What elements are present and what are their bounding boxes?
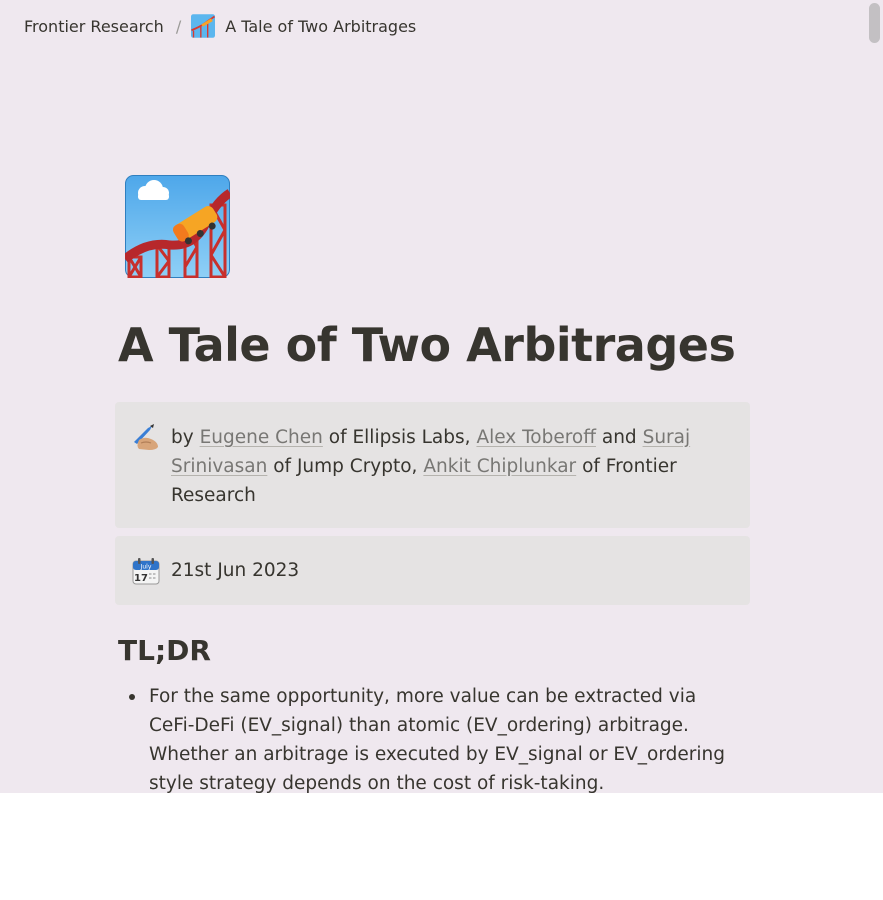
author-link-eugene-chen[interactable]: Eugene Chen bbox=[200, 427, 323, 448]
calendar-icon: July 17 bbox=[131, 556, 161, 586]
tldr-list: For the same opportunity, more value can… bbox=[118, 682, 743, 793]
breadcrumb-separator: / bbox=[175, 16, 182, 36]
roller-coaster-icon bbox=[191, 14, 216, 38]
and-label: and bbox=[601, 427, 637, 448]
writing-hand-icon bbox=[131, 422, 161, 452]
calendar-month-label: July bbox=[140, 563, 152, 570]
page-title: A Tale of Two Arbitrages bbox=[118, 318, 736, 372]
breadcrumb-parent-link[interactable]: Frontier Research bbox=[24, 17, 164, 36]
breadcrumb-current[interactable]: A Tale of Two Arbitrages bbox=[225, 17, 416, 36]
author-link-alex-toberoff[interactable]: Alex Toberoff bbox=[476, 427, 596, 448]
roller-coaster-icon[interactable] bbox=[122, 175, 233, 279]
author-link-ankit-chiplunkar[interactable]: Ankit Chiplunkar bbox=[423, 456, 576, 477]
date-callout: July 17 21st Jun 2023 bbox=[115, 536, 750, 605]
by-label: by bbox=[171, 427, 194, 448]
publish-date: 21st Jun 2023 bbox=[171, 560, 300, 581]
authors-callout: by Eugene Chen of Ellipsis Labs, Alex To… bbox=[115, 402, 750, 528]
org-jump-crypto: of Jump Crypto, bbox=[273, 456, 418, 477]
calendar-day-label: 17 bbox=[134, 573, 148, 584]
scrollbar-thumb[interactable] bbox=[869, 3, 880, 43]
page-viewport: Frontier Research / A Tale of Two Arbitr… bbox=[0, 0, 883, 793]
org-ellipsis-labs: of Ellipsis Labs, bbox=[328, 427, 471, 448]
list-item: For the same opportunity, more value can… bbox=[118, 682, 743, 793]
breadcrumb: Frontier Research / A Tale of Two Arbitr… bbox=[24, 14, 416, 38]
tldr-heading: TL;DR bbox=[118, 634, 211, 667]
